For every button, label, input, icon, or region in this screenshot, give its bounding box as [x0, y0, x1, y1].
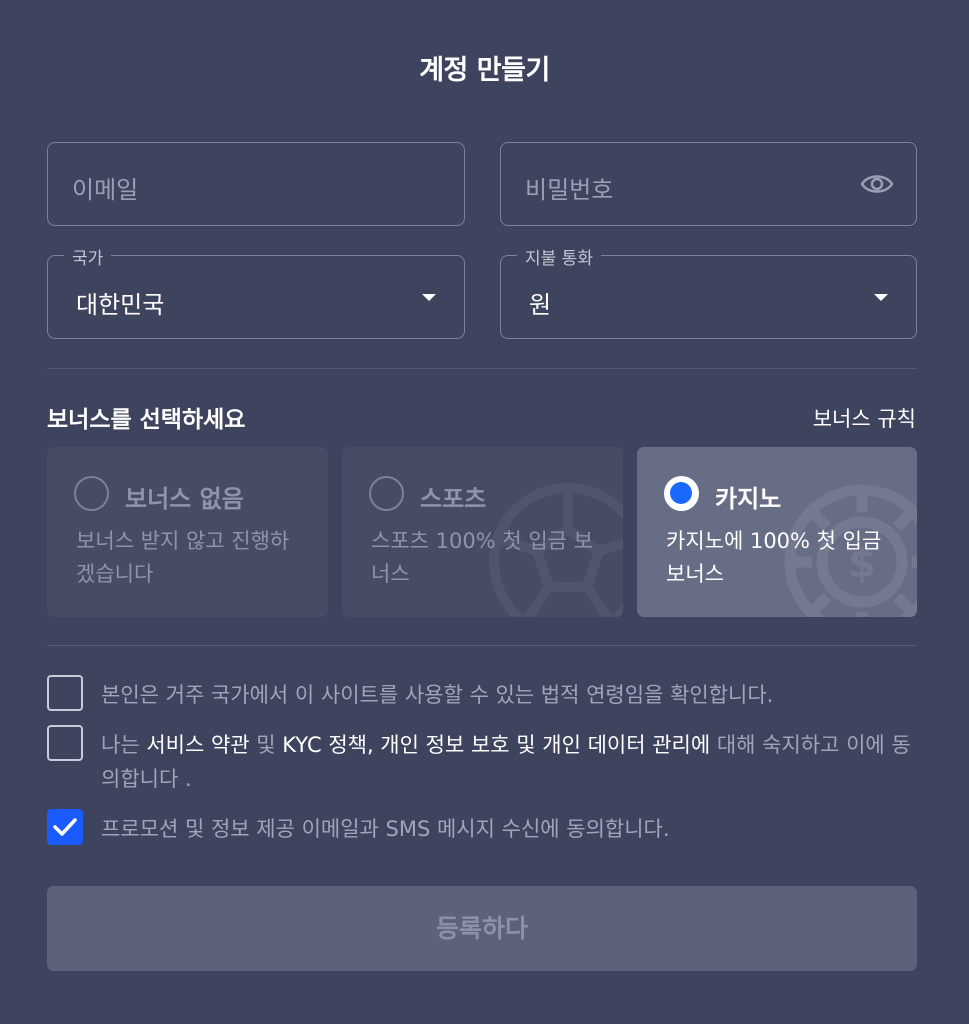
eye-icon[interactable] — [860, 171, 894, 197]
bonus-option-desc: 보너스 받지 않고 진행하겠습니다 — [76, 529, 290, 586]
terms-agreement-text: 나는 서비스 약관 및 KYC 정책, 개인 정보 보호 및 개인 데이터 관리… — [101, 728, 921, 796]
bonus-option-label: 스포츠 — [420, 485, 487, 513]
divider — [47, 368, 917, 369]
bonus-option-label: 보너스 없음 — [125, 485, 244, 513]
currency-legend: 지불 통화 — [517, 244, 601, 269]
promo-checkbox[interactable] — [47, 809, 83, 845]
country-select[interactable]: 국가 대한민국 — [47, 244, 465, 339]
bonus-option-casino[interactable]: $ 카지노 카지노에 100% 첫 입금 보너스 — [637, 447, 917, 617]
chevron-down-icon — [422, 294, 436, 301]
radio-icon[interactable] — [74, 476, 109, 511]
kyc-privacy-link[interactable]: KYC 정책, 개인 정보 보호 및 개인 데이터 관리에 — [282, 733, 710, 757]
password-placeholder: 비밀번호 — [525, 176, 614, 204]
terms-of-service-link[interactable]: 서비스 약관 — [146, 733, 249, 757]
register-button[interactable]: 등록하다 — [47, 886, 917, 971]
chevron-down-icon — [874, 294, 888, 301]
bonus-option-label: 카지노 — [715, 485, 782, 513]
country-value: 대한민국 — [76, 291, 165, 319]
email-field[interactable]: 이메일 — [47, 142, 465, 226]
age-checkbox[interactable] — [47, 675, 83, 711]
bonus-option-desc: 스포츠 100% 첫 입금 보너스 — [371, 529, 593, 586]
radio-icon[interactable] — [664, 476, 699, 511]
terms-agreement-row: 나는 서비스 약관 및 KYC 정책, 개인 정보 보호 및 개인 데이터 관리… — [47, 725, 917, 795]
bonus-option-none[interactable]: 보너스 없음 보너스 받지 않고 진행하겠습니다 — [47, 447, 328, 617]
divider — [47, 645, 917, 646]
radio-icon[interactable] — [369, 476, 404, 511]
bonus-heading: 보너스를 선택하세요 — [47, 407, 246, 433]
country-legend: 국가 — [64, 244, 112, 269]
register-dialog: 계정 만들기 이메일 비밀번호 국가 대한민국 지불 통화 원 보너스를 선택하… — [0, 0, 969, 1024]
currency-select[interactable]: 지불 통화 원 — [500, 244, 917, 339]
bonus-option-desc: 카지노에 100% 첫 입금 보너스 — [666, 529, 882, 586]
promo-agreement-text: 프로모션 및 정보 제공 이메일과 SMS 메시지 수신에 동의합니다. — [101, 817, 670, 841]
age-agreement-text: 본인은 거주 국가에서 이 사이트를 사용할 수 있는 법적 연령임을 확인합니… — [101, 683, 774, 707]
password-field[interactable]: 비밀번호 — [500, 142, 917, 226]
bonus-option-sports[interactable]: 스포츠 스포츠 100% 첫 입금 보너스 — [342, 447, 623, 617]
checkmark-icon — [53, 818, 77, 836]
bonus-rules-link[interactable]: 보너스 규칙 — [813, 403, 916, 433]
age-agreement-row: 본인은 거주 국가에서 이 사이트를 사용할 수 있는 법적 연령임을 확인합니… — [47, 675, 917, 715]
currency-value: 원 — [529, 291, 552, 319]
page-title: 계정 만들기 — [419, 55, 550, 86]
terms-checkbox[interactable] — [47, 725, 83, 761]
email-placeholder: 이메일 — [72, 176, 139, 204]
terms-prefix: 나는 — [101, 733, 147, 757]
terms-and: 및 — [249, 733, 283, 757]
promo-agreement-row: 프로모션 및 정보 제공 이메일과 SMS 메시지 수신에 동의합니다. — [47, 809, 917, 849]
